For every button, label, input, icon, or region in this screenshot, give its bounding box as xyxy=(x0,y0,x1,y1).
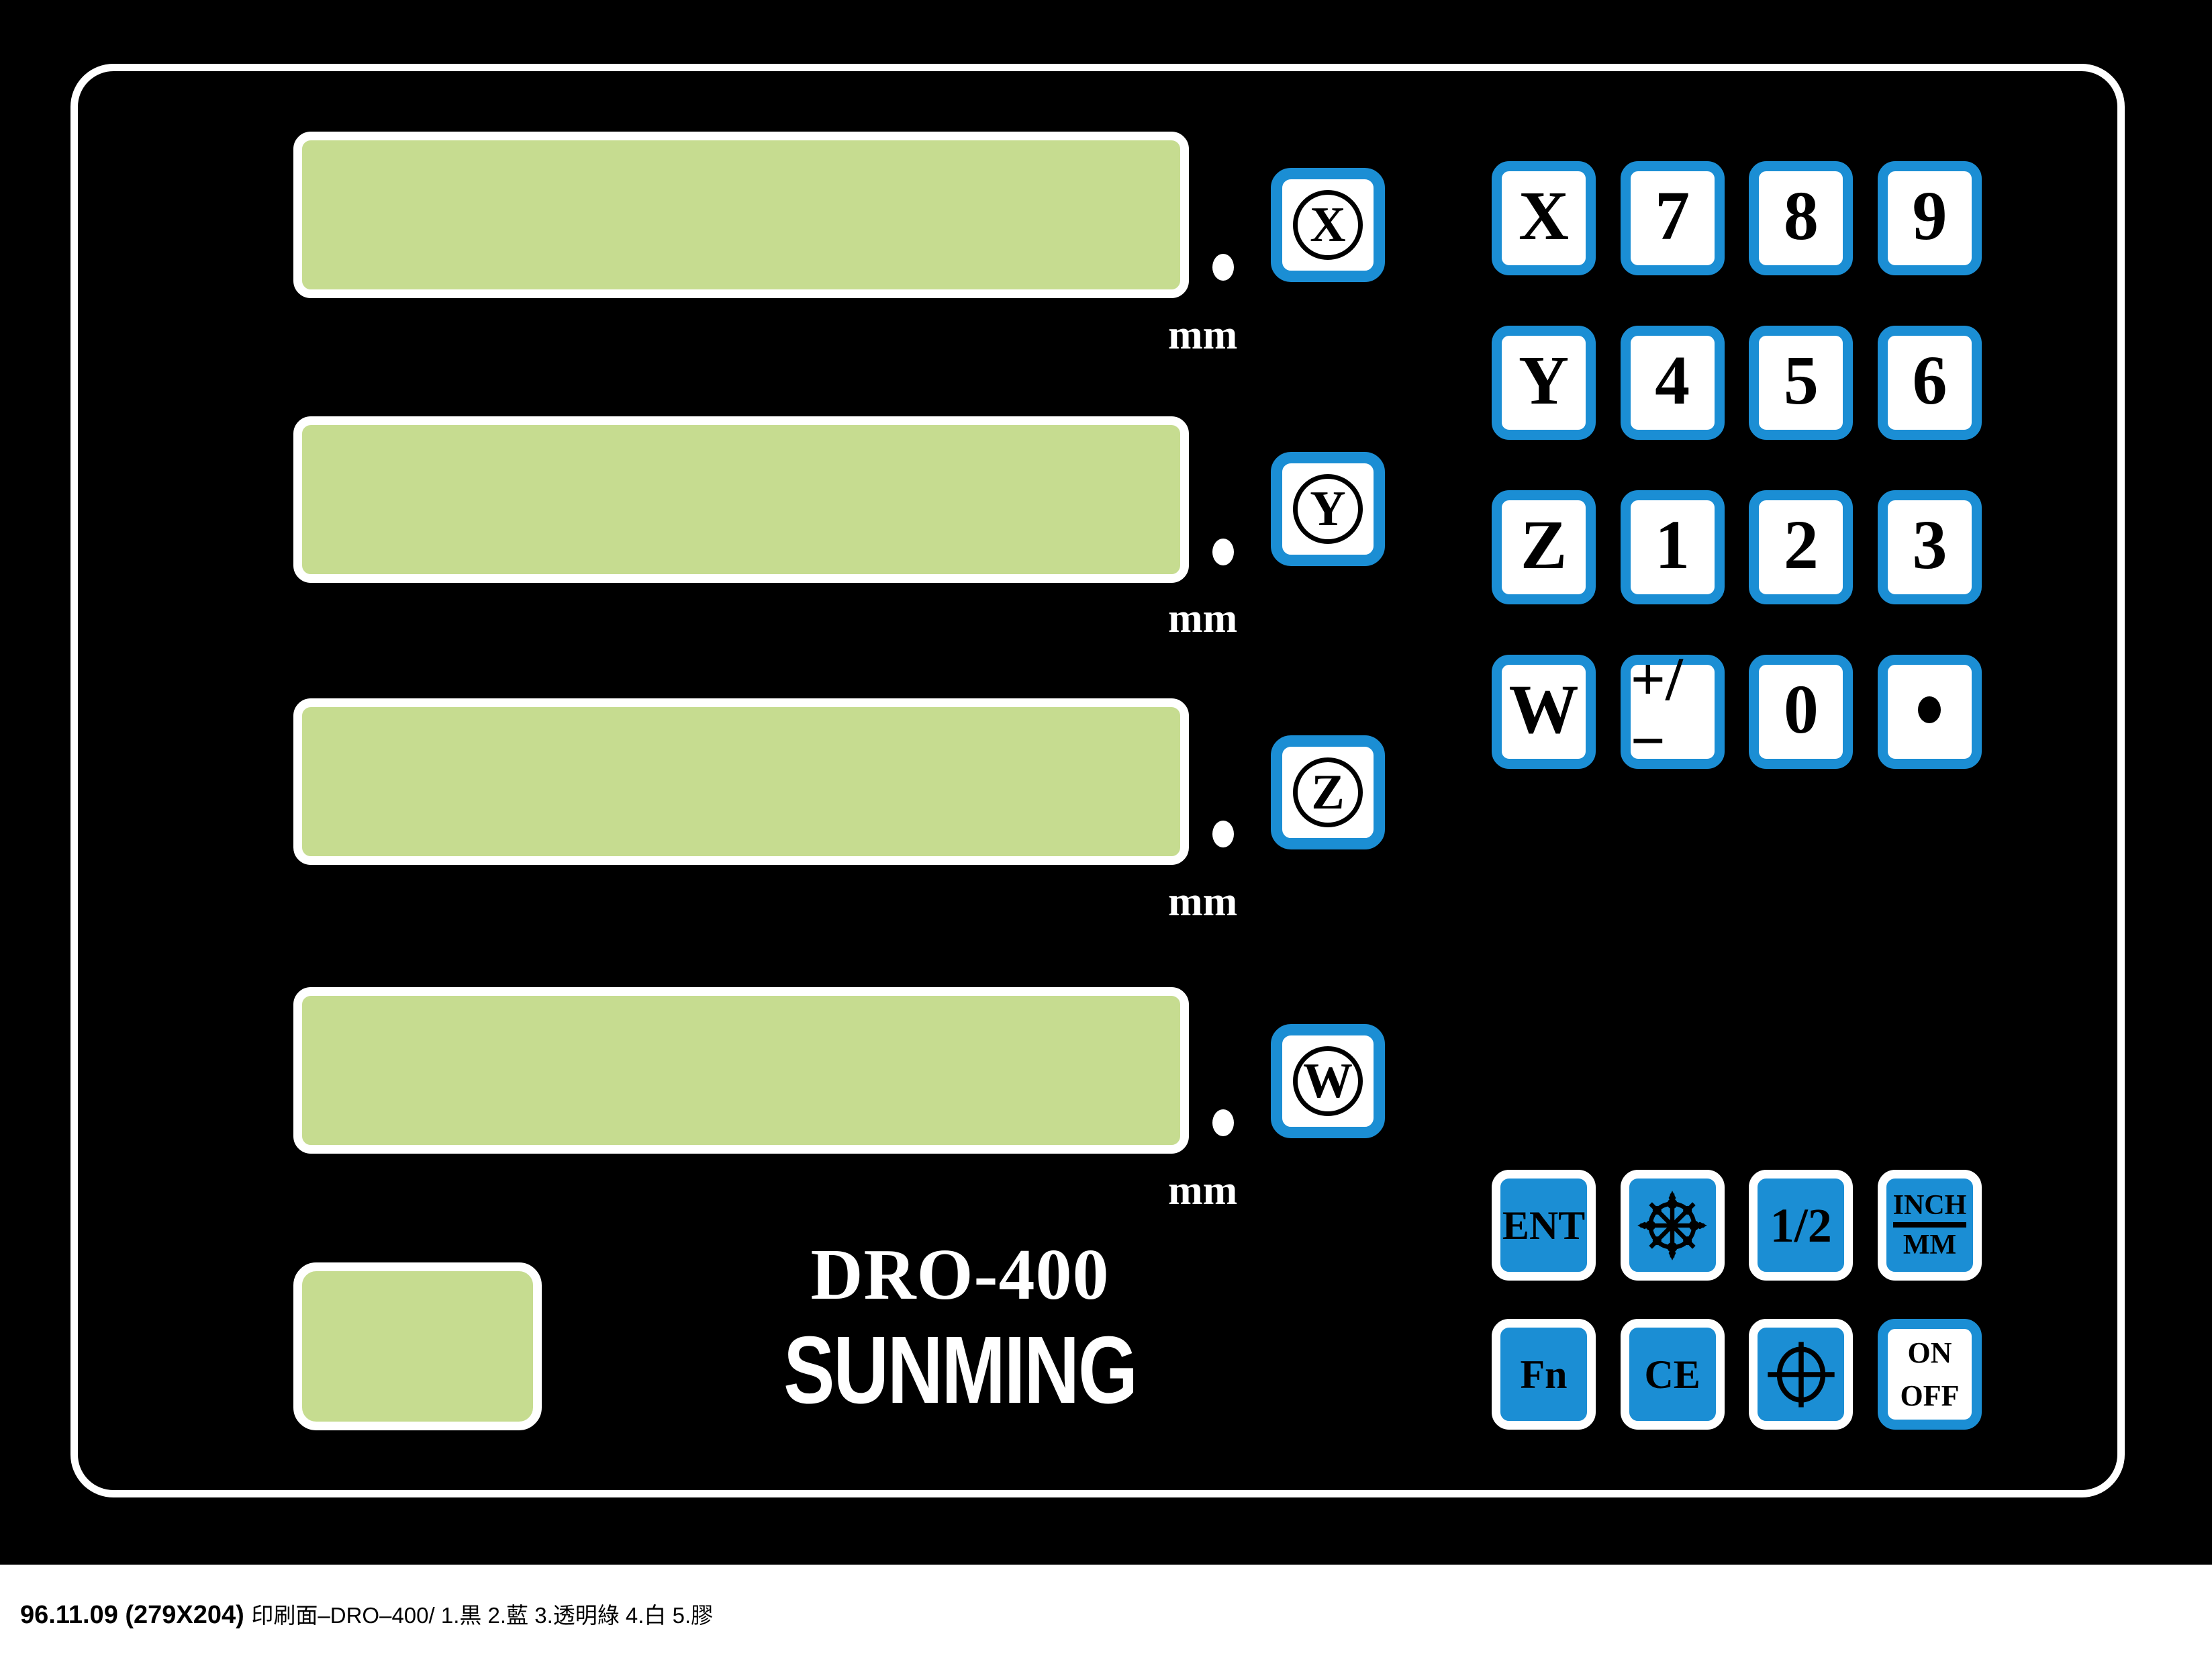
artwork-caption: 96.11.09 (279X204) 印刷面–DRO–400/ 1.黒 2.藍 … xyxy=(20,1598,713,1630)
product-model-label: DRO-400 xyxy=(810,1235,1110,1315)
key-digit-9[interactable]: 9 xyxy=(1877,161,1982,275)
artwork-caption-bar: 96.11.09 (279X204) 印刷面–DRO–400/ 1.黒 2.藍 … xyxy=(0,1565,2212,1662)
inch-mm-stack: INCH MM xyxy=(1892,1191,1967,1260)
caption-secondary: 印刷面–DRO–400/ 1.黒 2.藍 3.透明綠 4.白 5.膠 xyxy=(251,1602,714,1628)
display-window-y xyxy=(293,416,1189,583)
inch-label: INCH xyxy=(1892,1191,1967,1228)
display-window-aux xyxy=(293,1262,542,1430)
key-digit-6[interactable]: 6 xyxy=(1877,326,1982,440)
key-decimal-point[interactable] xyxy=(1877,655,1982,769)
display-window-z xyxy=(293,698,1189,865)
keypad-row-2: Y 4 5 6 xyxy=(1492,326,1982,440)
key-digit-4[interactable]: 4 xyxy=(1620,326,1725,440)
key-clear-entry[interactable]: CE xyxy=(1620,1319,1725,1430)
keypad-row-1: X 7 8 9 xyxy=(1492,161,1982,275)
led-indicator-z xyxy=(1212,821,1234,847)
unit-label-w: mm xyxy=(1168,1168,1238,1213)
keypad-row-4: W +/− 0 xyxy=(1492,648,1982,772)
key-function[interactable]: Fn xyxy=(1492,1319,1596,1430)
key-digit-0[interactable]: 0 xyxy=(1749,655,1854,769)
key-digit-8[interactable]: 8 xyxy=(1749,161,1854,275)
decimal-point-icon xyxy=(1918,696,1941,723)
circled-w-icon: W xyxy=(1293,1046,1363,1116)
key-plus-minus[interactable]: +/− xyxy=(1620,648,1725,772)
branding-block: DRO-400 SUNMING xyxy=(728,1235,1192,1418)
led-indicator-x xyxy=(1212,254,1234,281)
key-digit-5[interactable]: 5 xyxy=(1749,326,1854,440)
led-indicator-y xyxy=(1212,539,1234,565)
axis-key-z[interactable]: Z xyxy=(1271,735,1385,849)
unit-label-y: mm xyxy=(1168,596,1238,641)
function-row-2: Fn CE ON OFF xyxy=(1492,1319,1982,1430)
key-enter[interactable]: ENT xyxy=(1492,1170,1596,1281)
on-label: ON xyxy=(1907,1336,1952,1369)
key-power-on-off[interactable]: ON OFF xyxy=(1877,1319,1982,1430)
brand-logo-label: SUNMING xyxy=(783,1315,1138,1424)
key-centerline-find[interactable] xyxy=(1749,1319,1854,1430)
axis-key-y[interactable]: Y xyxy=(1271,452,1385,566)
key-digit-2[interactable]: 2 xyxy=(1749,490,1854,604)
on-off-stack: ON OFF xyxy=(1900,1332,1959,1418)
key-digit-1[interactable]: 1 xyxy=(1620,490,1725,604)
circled-z-icon: Z xyxy=(1293,757,1363,827)
keypad-row-3: Z 1 2 3 xyxy=(1492,490,1982,604)
circled-x-icon: X xyxy=(1293,190,1363,260)
key-digit-7[interactable]: 7 xyxy=(1620,161,1725,275)
function-keypad: ENT 1/2 INCH MM Fn CE ON OFF xyxy=(1492,1170,1982,1432)
crosshair-circle-icon xyxy=(1768,1341,1835,1407)
key-axis-x[interactable]: X xyxy=(1492,161,1596,275)
key-half-value[interactable]: 1/2 xyxy=(1749,1170,1854,1281)
unit-label-x: mm xyxy=(1168,312,1238,358)
key-inch-mm-toggle[interactable]: INCH MM xyxy=(1877,1170,1982,1281)
key-axis-z[interactable]: Z xyxy=(1492,490,1596,604)
axis-key-w[interactable]: W xyxy=(1271,1024,1385,1138)
display-window-x xyxy=(293,132,1189,298)
unit-label-z: mm xyxy=(1168,879,1238,925)
key-digit-3[interactable]: 3 xyxy=(1877,490,1982,604)
axis-key-x[interactable]: X xyxy=(1271,168,1385,282)
mm-toggle-label: MM xyxy=(1903,1229,1957,1260)
key-bolt-circle-pattern[interactable] xyxy=(1620,1170,1725,1281)
key-axis-y[interactable]: Y xyxy=(1492,326,1596,440)
dro-panel-artwork: mm mm mm mm X Y Z W X 7 8 9 Y 4 5 6 Z 1 … xyxy=(0,0,2212,1565)
led-indicator-w xyxy=(1212,1109,1234,1136)
circled-y-icon: Y xyxy=(1293,474,1363,544)
caption-primary: 96.11.09 (279X204) xyxy=(20,1600,244,1629)
bolt-circle-pattern-icon xyxy=(1637,1190,1707,1260)
key-axis-w[interactable]: W xyxy=(1492,655,1596,769)
function-row-1: ENT 1/2 INCH MM xyxy=(1492,1170,1982,1281)
numeric-keypad: X 7 8 9 Y 4 5 6 Z 1 2 3 W +/− 0 xyxy=(1492,161,1982,772)
display-window-w xyxy=(293,987,1189,1154)
off-label: OFF xyxy=(1900,1379,1960,1412)
